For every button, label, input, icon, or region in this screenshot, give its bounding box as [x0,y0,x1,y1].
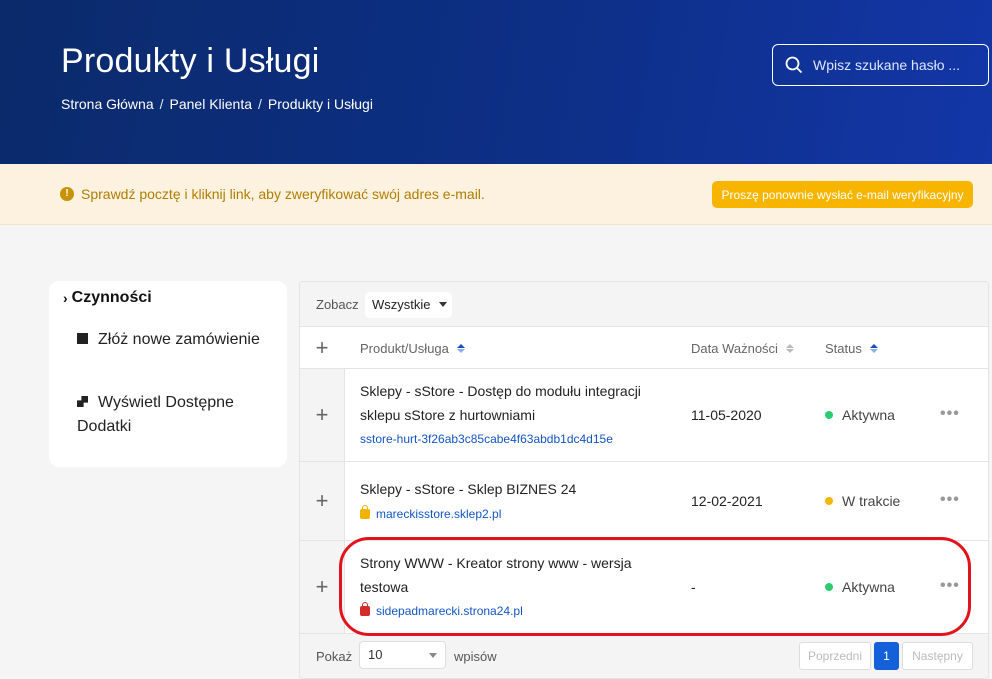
page-size-value: 10 [368,647,383,662]
addons-icon [77,396,88,407]
row-expander: + [300,462,345,540]
status-badge: W trakcie [825,493,900,509]
search-input[interactable] [813,57,983,73]
column-status[interactable]: Status [825,341,878,356]
search-icon [785,56,803,74]
column-label: Data Ważności [691,341,778,356]
filter-select[interactable]: Wszystkie [365,292,452,318]
column-expiry[interactable]: Data Ważności [691,341,794,356]
table-footer: Pokaż 10 wpisów Poprzedni 1 Następny [300,634,988,678]
column-product[interactable]: Produkt/Usługa [360,341,465,356]
show-label: Pokaż [316,649,353,664]
caret-down-icon [429,653,437,658]
product-name[interactable]: Sklepy - sStore - Sklep BIZNES 24 [360,477,660,501]
page-1-button[interactable]: 1 [874,642,899,670]
resend-verification-button[interactable]: Proszę ponownie wysłać e-mail weryfikacy… [712,181,973,208]
expiry-date: 12-02-2021 [691,493,763,509]
domain-text: sstore-hurt-3f26ab3c85cabe4f63abdb1dc4d1… [360,432,613,446]
breadcrumb-current: Produkty i Usługi [267,96,373,112]
product-name[interactable]: Sklepy - sStore - Dostęp do modułu integ… [360,379,660,427]
status-text: Aktywna [842,407,895,423]
caret-down-icon [438,302,447,307]
exclamation-circle-icon: ! [60,187,74,201]
sidebar-heading[interactable]: › Czynności [63,289,152,307]
prev-page-button[interactable]: Poprzedni [799,642,871,670]
status-dot-icon [825,497,833,505]
breadcrumb-client-panel[interactable]: Panel Klienta [170,96,253,112]
table-row[interactable]: + Strony WWW - Kreator strony www - wers… [300,541,988,634]
sort-icon [869,344,878,353]
expand-row-plus-icon[interactable]: + [314,490,330,512]
filter-label: Zobacz [316,297,359,312]
domain-text: sidepadmarecki.strona24.pl [376,604,523,618]
expand-row-plus-icon[interactable]: + [314,404,330,426]
sidebar-item-new-order[interactable]: Złóż nowe zamówienie [77,328,277,352]
sort-icon [785,344,794,353]
row-expander: + [300,369,345,461]
page-header: Produkty i Usługi Strona Główna / Panel … [0,0,992,164]
filter-value: Wszystkie [372,297,431,312]
breadcrumb-separator: / [258,96,262,112]
table-row[interactable]: + Sklepy - sStore - Dostęp do modułu int… [300,369,988,462]
sidebar-item-label: Złóż nowe zamówienie [98,331,260,348]
row-expander: + [300,541,345,633]
sidebar-item-label: Wyświetl Dostępne Dodatki [77,394,234,435]
services-table-panel: Zobacz Wszystkie + Produkt/Usługa Data W… [299,281,989,679]
more-actions-icon[interactable]: ••• [940,405,960,423]
expand-all-plus-icon[interactable]: + [314,337,330,359]
chevron-right-icon: › [63,290,68,306]
verification-alert: ! Sprawdź pocztę i kliknij link, aby zwe… [0,164,992,225]
product-name[interactable]: Strony WWW - Kreator strony www - wersja… [360,551,660,599]
breadcrumb-separator: / [159,96,164,112]
lock-icon [360,602,370,616]
cart-icon [77,333,88,344]
sidebar-item-addons[interactable]: Wyświetl Dostępne Dodatki [77,391,277,439]
column-label: Produkt/Usługa [360,341,449,356]
domain-text: mareckisstore.sklep2.pl [376,507,502,521]
status-dot-icon [825,583,833,591]
sidebar-heading-label: Czynności [71,289,152,306]
more-actions-icon[interactable]: ••• [940,491,960,509]
status-badge: Aktywna [825,407,895,423]
breadcrumb: Strona Główna / Panel Klienta / Produkty… [61,96,373,112]
column-label: Status [825,341,862,356]
expiry-date: - [691,579,696,595]
product-domain[interactable]: sidepadmarecki.strona24.pl [360,602,523,618]
sort-icon [456,344,465,353]
product-domain[interactable]: mareckisstore.sklep2.pl [360,505,502,521]
expand-row-plus-icon[interactable]: + [314,576,330,598]
page-title: Produkty i Usługi [61,42,320,80]
more-actions-icon[interactable]: ••• [940,577,960,595]
expiry-date: 11-05-2020 [691,407,762,423]
status-text: Aktywna [842,579,895,595]
next-page-button[interactable]: Następny [902,642,973,670]
page-size-select[interactable]: 10 [359,641,446,669]
product-domain[interactable]: sstore-hurt-3f26ab3c85cabe4f63abdb1dc4d1… [360,432,613,446]
actions-sidebar: › Czynności Złóż nowe zamówienie Wyświet… [49,281,287,467]
status-dot-icon [825,411,833,419]
search-box[interactable] [772,44,989,86]
table-row[interactable]: + Sklepy - sStore - Sklep BIZNES 24 mare… [300,462,988,541]
status-text: W trakcie [842,493,901,509]
lock-icon [360,505,370,519]
table-header: + Produkt/Usługa Data Ważności Status [300,327,988,369]
filter-bar: Zobacz Wszystkie [300,282,988,327]
breadcrumb-home[interactable]: Strona Główna [61,96,154,112]
status-badge: Aktywna [825,579,895,595]
alert-text: Sprawdź pocztę i kliknij link, aby zwery… [81,186,485,202]
entries-label: wpisów [454,649,497,664]
